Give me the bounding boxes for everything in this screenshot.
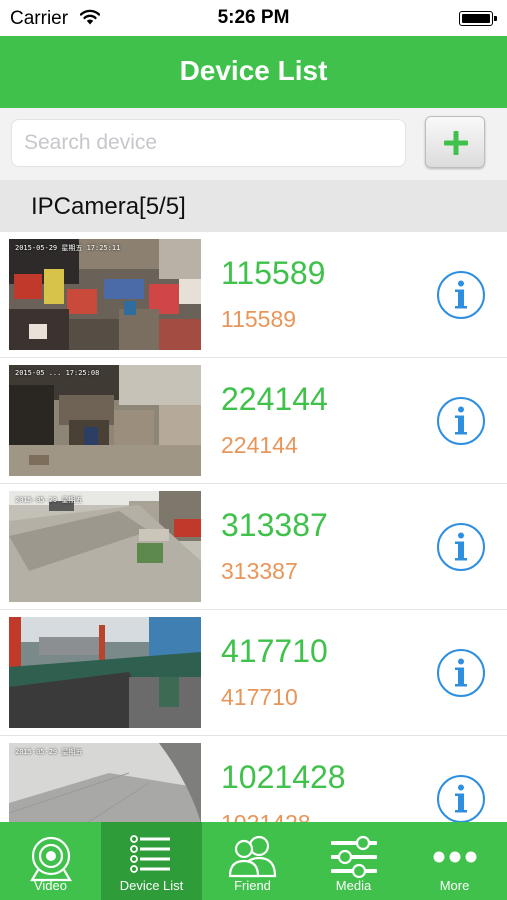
list-icon	[129, 835, 170, 873]
thumbnail-timestamp: 2015-05-29 星期五	[15, 496, 83, 504]
info-icon[interactable]	[436, 270, 486, 320]
navigation-bar: Device List	[0, 36, 507, 108]
device-id: 115589	[221, 306, 297, 332]
camera-thumbnail	[9, 617, 201, 728]
info-icon[interactable]	[436, 648, 486, 698]
search-input[interactable]	[11, 119, 406, 167]
status-time: 5:26 PM	[217, 7, 290, 28]
tab-bar: Video Device List Friend Media More	[0, 822, 507, 900]
device-name: 224144	[221, 381, 328, 417]
tab-video[interactable]: Video	[0, 822, 101, 900]
sliders-icon	[330, 835, 377, 879]
device-id: 417710	[221, 684, 298, 710]
device-id: 313387	[221, 558, 298, 584]
tab-device-list[interactable]: Device List	[101, 822, 202, 900]
device-id: 1021428	[221, 810, 311, 822]
battery-icon	[459, 11, 497, 26]
page-title: Device List	[179, 55, 328, 86]
device-row[interactable]: 2015-05 ... 17:25:08 224144 224144	[0, 358, 507, 484]
device-id: 224144	[221, 432, 298, 458]
tab-label: Device List	[119, 878, 184, 893]
search-bar	[0, 108, 507, 180]
info-icon[interactable]	[436, 774, 486, 822]
more-icon	[433, 851, 476, 863]
section-title: IPCamera[5/5]	[31, 193, 186, 220]
info-icon[interactable]	[436, 522, 486, 572]
info-icon[interactable]	[436, 396, 486, 446]
plus-icon	[444, 131, 468, 155]
tab-label: Media	[335, 878, 372, 893]
device-name: 115589	[221, 255, 326, 291]
camera-thumbnail: 2015-05 ... 17:25:08	[9, 365, 201, 476]
device-row[interactable]: 2015-05-29 星期五 1021428 1021428	[0, 736, 507, 822]
device-name: 1021428	[221, 759, 346, 795]
tab-label: More	[439, 878, 470, 893]
section-header: IPCamera[5/5]	[0, 180, 507, 232]
camera-icon	[29, 836, 72, 882]
tab-label: Video	[33, 878, 67, 893]
camera-thumbnail: 2015-05-29 星期五	[9, 491, 201, 602]
device-name: 417710	[221, 633, 328, 669]
tab-media[interactable]: Media	[303, 822, 404, 900]
tab-more[interactable]: More	[404, 822, 505, 900]
tab-friend[interactable]: Friend	[202, 822, 303, 900]
status-bar: Carrier 5:26 PM	[0, 0, 507, 36]
device-list: 2015-05-29 星期五 17:25:11 115589 115589 20…	[0, 232, 507, 822]
friends-icon	[228, 835, 276, 878]
device-name: 313387	[221, 507, 328, 543]
camera-thumbnail: 2015-05-29 星期五	[9, 743, 201, 822]
thumbnail-timestamp: 2015-05-29 星期五 17:25:11	[15, 244, 121, 252]
device-row[interactable]: 2015-05-29 星期五 17:25:11 115589 115589	[0, 232, 507, 358]
device-row[interactable]: 2015-05-29 星期五 313387 313387	[0, 484, 507, 610]
add-device-button[interactable]	[425, 116, 485, 168]
thumbnail-timestamp: 2015-05-29 星期五	[15, 748, 83, 756]
thumbnail-timestamp: 2015-05 ... 17:25:08	[15, 369, 100, 377]
camera-thumbnail: 2015-05-29 星期五 17:25:11	[9, 239, 201, 350]
tab-label: Friend	[234, 878, 271, 893]
device-row[interactable]: 417710 417710	[0, 610, 507, 736]
